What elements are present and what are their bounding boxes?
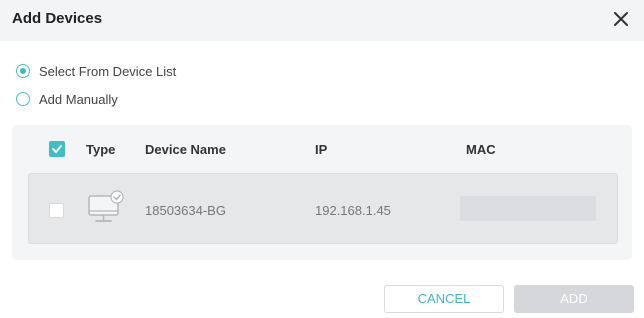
radio-button-selected[interactable]: [16, 64, 30, 78]
mac-cell-redacted: [460, 196, 596, 221]
radio-button[interactable]: [16, 92, 30, 106]
column-header-type: Type: [86, 142, 116, 157]
column-header-mac: MAC: [466, 142, 496, 157]
row-checkbox[interactable]: [49, 203, 64, 218]
radio-add-manually[interactable]: Add Manually: [16, 90, 118, 108]
ip-cell: 192.168.1.45: [315, 203, 391, 218]
device-name-cell: 18503634-BG: [145, 203, 226, 218]
close-icon[interactable]: [612, 10, 630, 28]
dialog-header: Add Devices: [0, 0, 644, 41]
checkmark-icon: [52, 145, 62, 153]
radio-select-from-list[interactable]: Select From Device List: [16, 62, 176, 80]
radio-label: Select From Device List: [39, 63, 177, 79]
radio-label: Add Manually: [39, 91, 118, 107]
cancel-button[interactable]: CANCEL: [384, 285, 504, 313]
computer-icon: [86, 190, 126, 226]
add-button[interactable]: ADD: [514, 285, 634, 313]
select-all-checkbox[interactable]: [49, 141, 65, 157]
column-header-ip: IP: [315, 142, 328, 157]
dialog-title: Add Devices: [12, 10, 103, 27]
column-header-device-name: Device Name: [145, 142, 226, 157]
